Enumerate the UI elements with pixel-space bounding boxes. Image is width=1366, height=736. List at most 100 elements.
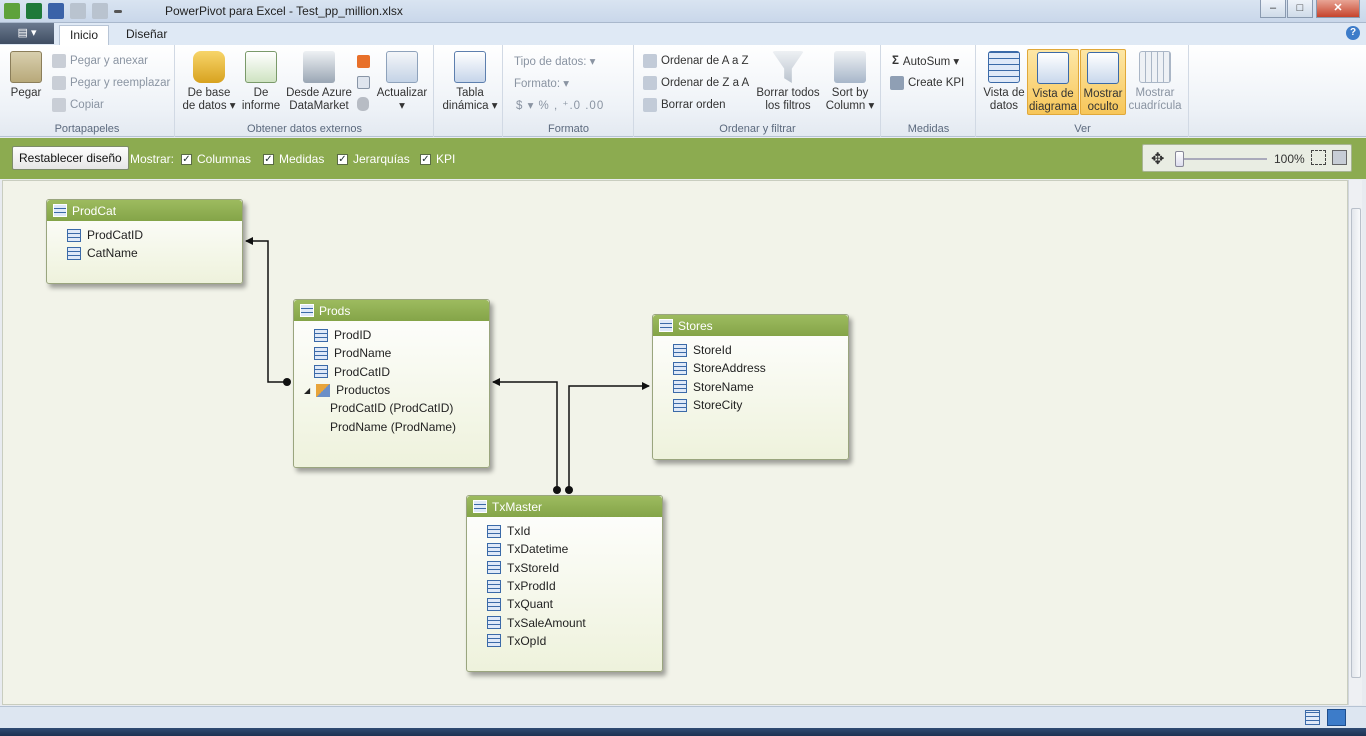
diagram-view-status-icon[interactable] <box>1327 709 1346 726</box>
copy-label: Copiar <box>70 99 104 111</box>
pan-icon[interactable]: ✥ <box>1151 149 1164 169</box>
grid-view-status-icon[interactable] <box>1305 710 1320 725</box>
show-hidden-button[interactable]: Mostrar oculto <box>1080 49 1126 115</box>
collapse-triangle-icon[interactable]: ◢ <box>304 386 310 395</box>
from-report-button[interactable]: De informe <box>240 51 282 113</box>
undo-icon[interactable] <box>70 3 86 19</box>
table-prodcat[interactable]: ProdCat ProdCatID CatName <box>46 199 243 284</box>
create-kpi-button[interactable]: Create KPI <box>890 76 964 90</box>
refresh-button[interactable]: Actualizar ▾ <box>374 51 430 113</box>
file-menu-button[interactable]: ▤ ▾ <box>0 23 54 44</box>
number-format-buttons[interactable]: $ ▾ % , ⁺.0 .00 <box>516 98 604 112</box>
hierarchy-level[interactable]: ProdName (ProdName) <box>314 417 489 435</box>
column-row[interactable]: TxId <box>487 522 662 540</box>
column-row[interactable]: StoreName <box>673 378 848 396</box>
excel-icon[interactable] <box>26 3 42 19</box>
show-hidden-label-2: oculto <box>1087 101 1119 113</box>
existing-connections-icon[interactable] <box>357 76 370 89</box>
measures-checkbox-box[interactable]: ✓ <box>263 153 274 165</box>
ribbon-tabs: ▤ ▾ Inicio Diseñar ? <box>0 23 1366 45</box>
db-cylinder-icon[interactable] <box>357 97 369 111</box>
hierarchy-row[interactable]: ◢ Productos <box>304 381 489 399</box>
column-row[interactable]: TxQuant <box>487 595 662 613</box>
endpoint-prods-left <box>283 378 291 386</box>
hierarchies-checkbox-box[interactable]: ✓ <box>337 153 348 165</box>
tab-inicio[interactable]: Inicio <box>59 25 110 45</box>
tab-disenar[interactable]: Diseñar <box>116 25 177 45</box>
fit-to-screen-icon[interactable] <box>1311 150 1326 165</box>
column-row[interactable]: ProdID <box>314 326 489 344</box>
minimap-icon[interactable] <box>1332 150 1347 165</box>
paste-replace-button[interactable]: Pegar y reemplazar <box>52 76 170 90</box>
minimize-button[interactable]: – <box>1260 0 1286 18</box>
relationship-txmaster-stores[interactable] <box>568 385 649 490</box>
clear-sort-button[interactable]: Borrar orden <box>643 98 726 112</box>
columns-checkbox[interactable]: ✓ Columnas <box>181 152 251 166</box>
sort-za-button[interactable]: Ordenar de Z a A <box>643 76 749 90</box>
autosum-button[interactable]: Σ AutoSum ▾ <box>892 54 959 68</box>
sort-by-column-button[interactable]: Sort by Column ▾ <box>825 51 875 113</box>
kpi-checkbox-box[interactable]: ✓ <box>420 153 431 165</box>
show-grid-button[interactable]: Mostrar cuadrícula <box>1127 51 1183 113</box>
column-row[interactable]: TxProdId <box>487 577 662 595</box>
customize-qat-icon[interactable] <box>114 9 122 13</box>
table-header[interactable]: TxMaster <box>467 496 662 517</box>
kpi-checkbox[interactable]: ✓ KPI <box>420 152 455 166</box>
pivot-table-button[interactable]: Tabla dinámica ▾ <box>441 51 499 113</box>
diagram-view-button[interactable]: Vista de diagrama <box>1027 49 1079 115</box>
table-stores[interactable]: Stores StoreId StoreAddress StoreName St… <box>652 314 849 460</box>
hierarchy-level-name: ProdCatID (ProdCatID) <box>330 401 454 416</box>
help-icon[interactable]: ? <box>1346 26 1360 40</box>
column-row[interactable]: StoreId <box>673 341 848 359</box>
column-row[interactable]: CatName <box>67 244 242 262</box>
diagram-canvas[interactable]: ProdCat ProdCatID CatName Prods ProdID P… <box>2 180 1348 705</box>
measures-checkbox[interactable]: ✓ Medidas <box>263 152 324 166</box>
table-title: ProdCat <box>72 203 117 218</box>
hierarchy-level-name: ProdName (ProdName) <box>330 419 457 434</box>
data-view-button[interactable]: Vista de datos <box>981 51 1027 113</box>
column-row[interactable]: TxDatetime <box>487 540 662 558</box>
maximize-button[interactable]: □ <box>1287 0 1313 18</box>
powerpivot-icon <box>4 3 20 19</box>
relationship-prods-prodcat[interactable] <box>246 240 287 383</box>
table-header[interactable]: Stores <box>653 315 848 336</box>
other-sources-icon[interactable] <box>357 55 370 68</box>
paste-button[interactable]: Pegar <box>8 51 44 100</box>
redo-icon[interactable] <box>92 3 108 19</box>
table-header[interactable]: Prods <box>294 300 489 321</box>
columns-checkbox-box[interactable]: ✓ <box>181 153 192 165</box>
column-row[interactable]: ProdCatID <box>67 226 242 244</box>
clipboard-icon <box>10 51 42 83</box>
column-row[interactable]: TxStoreId <box>487 559 662 577</box>
format-dropdown[interactable]: Formato: ▾ <box>514 76 569 90</box>
reset-layout-button[interactable]: Restablecer diseño <box>12 146 129 170</box>
column-row[interactable]: ProdName <box>314 344 489 362</box>
vertical-scrollbar[interactable] <box>1348 180 1362 705</box>
from-report-label-2: informe <box>241 100 281 112</box>
from-database-button[interactable]: De base de datos ▾ <box>182 51 236 113</box>
clear-filters-button[interactable]: Borrar todos los filtros <box>753 51 823 113</box>
zoom-slider-track[interactable] <box>1179 158 1267 160</box>
pivot-label-2: dinámica ▾ <box>442 100 498 112</box>
zoom-slider-thumb[interactable] <box>1175 151 1184 167</box>
column-row[interactable]: StoreCity <box>673 396 848 414</box>
hierarchies-checkbox-label: Jerarquías <box>353 152 410 166</box>
relationship-txmaster-prods[interactable] <box>493 381 558 490</box>
hierarchy-level[interactable]: ProdCatID (ProdCatID) <box>314 399 489 417</box>
sort-az-button[interactable]: Ordenar de A a Z <box>643 54 749 68</box>
column-row[interactable]: TxOpId <box>487 632 662 650</box>
azure-datamarket-button[interactable]: Desde Azure DataMarket <box>286 51 352 113</box>
column-row[interactable]: ProdCatID <box>314 363 489 381</box>
close-button[interactable]: ✕ <box>1316 0 1360 18</box>
copy-button[interactable]: Copiar <box>52 98 104 112</box>
table-header[interactable]: ProdCat <box>47 200 242 221</box>
table-txmaster[interactable]: TxMaster TxId TxDatetime TxStoreId TxPro… <box>466 495 663 672</box>
data-type-dropdown[interactable]: Tipo de datos: ▾ <box>514 54 595 68</box>
paste-append-button[interactable]: Pegar y anexar <box>52 54 148 68</box>
column-row[interactable]: StoreAddress <box>673 359 848 377</box>
save-icon[interactable] <box>48 3 64 19</box>
column-row[interactable]: TxSaleAmount <box>487 613 662 631</box>
hierarchies-checkbox[interactable]: ✓ Jerarquías <box>337 152 410 166</box>
scrollbar-thumb[interactable] <box>1351 208 1361 678</box>
table-prods[interactable]: Prods ProdID ProdName ProdCatID ◢ Produc… <box>293 299 490 468</box>
